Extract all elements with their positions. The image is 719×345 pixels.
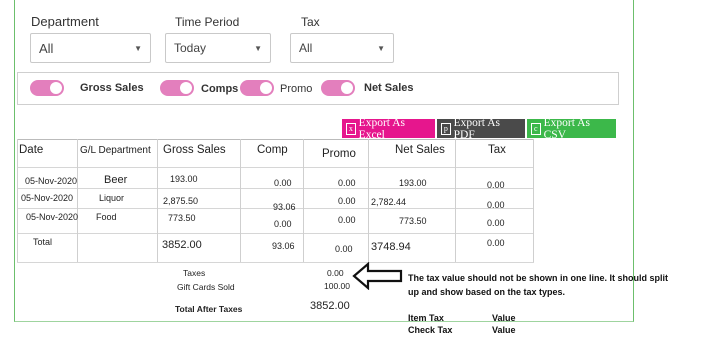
period-value: Today [174,41,207,55]
table-row-1-promo: 0.00 [338,178,356,188]
period-select[interactable]: Today ▼ [165,33,271,63]
table-row-2-promo: 0.00 [338,196,356,206]
annotation-line-2: up and show based on the tax types. [408,287,566,297]
export-excel-button[interactable]: x Export As Excel [342,117,435,141]
toggle-gross-sales-label: Gross Sales [80,82,144,94]
table-row-3-dept: Food [96,212,117,222]
item-tax-value: Value [492,313,516,323]
toggle-promo[interactable] [240,80,274,96]
table-row-3-net: 773.50 [399,216,427,226]
table-row-3-tax: 0.00 [487,218,505,228]
total-net: 3748.94 [371,241,411,253]
table-row-3-comp: 0.00 [274,219,292,229]
chevron-down-icon: ▼ [134,43,142,53]
department-value: All [39,40,54,56]
table-row-2-gross: 2,875.50 [163,196,199,206]
toggle-net-sales-label: Net Sales [364,82,414,94]
csv-file-icon: c [531,122,541,135]
header-gross-sales: Gross Sales [163,144,226,156]
header-promo: Promo [322,148,356,160]
table-row-2-comp: 93.06 [273,202,296,212]
table-row-2-date: 05-Nov-2020 [21,193,74,203]
toggle-net-sales[interactable] [321,80,355,96]
header-tax: Tax [488,144,506,156]
department-select[interactable]: All ▼ [30,33,151,63]
total-tax: 0.00 [487,238,505,248]
total-promo: 0.00 [335,244,353,254]
gift-cards-label: Gift Cards Sold [177,282,235,292]
excel-file-icon: x [346,122,356,135]
export-pdf-button[interactable]: p Export As PDF [437,117,525,141]
gift-cards-value: 100.00 [324,281,350,291]
period-label: Time Period [175,15,240,29]
table-row-1-comp: 0.00 [274,178,292,188]
check-tax-label: Check Tax [408,325,453,335]
table-row-1-tax: 0.00 [487,180,505,190]
annotation-line-1: The tax value should not be shown in one… [408,273,669,283]
toggle-gross-sales[interactable] [30,80,64,96]
toggle-comps[interactable] [160,80,194,96]
table-row-1-net: 193.00 [399,178,427,188]
toggle-promo-label: Promo [280,83,313,95]
item-tax-label: Item Tax [408,313,444,323]
table-row-3-date: 05-Nov-2020 [26,212,79,222]
table-row-2-tax: 0.00 [487,200,505,210]
table-row-1-date: 05-Nov-2020 [25,176,78,186]
total-after-taxes-value: 3852.00 [310,300,350,312]
table-row-2-net: 2,782.44 [371,197,407,207]
header-comp: Comp [257,144,288,156]
export-csv-button[interactable]: c Export As CSV [527,117,616,141]
chevron-down-icon: ▼ [254,43,262,53]
pdf-file-icon: p [441,122,451,135]
table-row-2-dept: Liquor [99,193,125,203]
left-arrow-icon [352,262,403,290]
check-tax-value: Value [492,325,516,335]
header-gl-department: G/L Department [80,145,151,156]
total-after-taxes-label: Total After Taxes [175,304,243,314]
table-row-3-promo: 0.00 [338,215,356,225]
tax-value: All [299,41,313,55]
tax-select[interactable]: All ▼ [290,33,394,63]
header-net-sales: Net Sales [395,144,445,156]
total-gross: 3852.00 [162,239,202,251]
total-comp: 93.06 [272,241,295,251]
table-row-3-gross: 773.50 [168,213,196,223]
toggle-comps-label: Comps [201,83,239,95]
taxes-value: 0.00 [327,268,344,278]
table-row-1-gross: 193.00 [170,174,198,184]
department-label: Department [31,14,99,29]
total-label: Total [33,237,53,247]
table-row-1-dept: Beer [104,174,128,186]
header-date: Date [19,144,44,156]
table-top-border [17,139,534,140]
taxes-label: Taxes [183,268,206,278]
tax-label: Tax [301,15,320,29]
chevron-down-icon: ▼ [377,43,385,53]
